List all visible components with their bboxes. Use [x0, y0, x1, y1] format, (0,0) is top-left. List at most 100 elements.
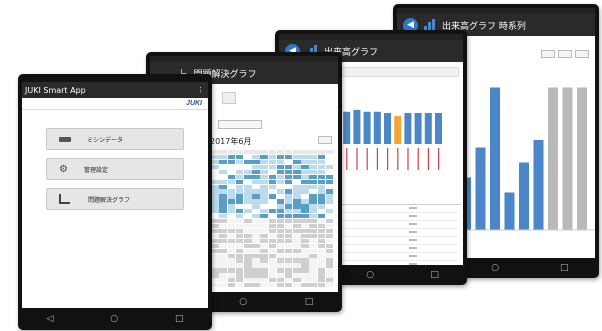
- heatmap-cell: [317, 174, 326, 179]
- heatmap-cell: [317, 154, 326, 160]
- heatmap-cell: [244, 174, 252, 179]
- heatmap-cell: [284, 238, 293, 244]
- heatmap-cell: [317, 204, 326, 209]
- heatmap-cell: [317, 164, 326, 170]
- heatmap-cell: [325, 174, 334, 179]
- heatmap-cell: [268, 150, 277, 155]
- heatmap-cell: [235, 283, 244, 288]
- home-nav-icon[interactable]: ○: [491, 263, 499, 273]
- heatmap-cell: [260, 214, 268, 219]
- heatmap-cell: [268, 179, 277, 184]
- heatmap-cell: [293, 214, 301, 219]
- heatmap-cell: [268, 204, 277, 209]
- heatmap-cell: [235, 268, 244, 273]
- heatmap-cell: [211, 194, 219, 199]
- period-button-1[interactable]: [541, 50, 555, 58]
- recent-nav-icon[interactable]: □: [430, 270, 439, 280]
- recent-nav-icon[interactable]: □: [305, 297, 314, 307]
- heatmap-cell: [309, 150, 318, 155]
- output-tick-label: [387, 148, 389, 170]
- back-nav-icon[interactable]: ◁: [46, 314, 53, 324]
- heatmap-cell: [211, 253, 219, 258]
- heatmap-cell: [219, 204, 228, 209]
- home-nav-icon[interactable]: ○: [110, 314, 118, 324]
- recent-nav-icon[interactable]: □: [175, 314, 184, 324]
- heatmap-cell: [252, 263, 260, 268]
- heatmap-cell: [252, 159, 260, 165]
- menu-problem-graph-button[interactable]: 問題解決グラフ: [46, 188, 184, 210]
- heatmap-cell: [284, 199, 293, 204]
- heatmap-cell: [219, 228, 228, 234]
- heatmap-cell: [325, 228, 334, 234]
- heatmap-cell: [317, 209, 326, 214]
- heatmap-cell: [284, 189, 293, 194]
- home-nav-icon[interactable]: ○: [366, 270, 374, 280]
- heatmap-cell: [244, 179, 252, 184]
- heatmap-cell: [309, 204, 318, 209]
- recent-nav-icon[interactable]: □: [560, 263, 569, 273]
- ts-bar: [548, 87, 558, 230]
- heatmap-cell: [301, 179, 309, 184]
- heatmap-cell: [268, 223, 277, 229]
- period-button-2[interactable]: [558, 50, 572, 58]
- heatmap-cell: [325, 233, 334, 239]
- heatmap-cell: [284, 283, 293, 288]
- filter-button[interactable]: [218, 120, 262, 129]
- heatmap-cell: [325, 219, 334, 224]
- heatmap-cell: [219, 184, 228, 189]
- heatmap-cell: [325, 268, 334, 273]
- ts-bar: [504, 192, 515, 230]
- output-bar: [404, 113, 412, 144]
- heatmap-cell: [244, 283, 252, 288]
- heatmap-cell: [301, 263, 309, 268]
- heatmap-cell: [244, 184, 252, 189]
- heatmap-cell: [301, 248, 309, 253]
- heatmap-cell: [325, 263, 334, 268]
- menu-management-settings-button[interactable]: ⚙ 管理設定: [46, 158, 184, 180]
- heatmap-cell: [268, 253, 277, 258]
- heatmap-cell: [211, 174, 219, 179]
- heatmap-cell: [309, 169, 318, 175]
- overflow-menu-icon[interactable]: ⋮: [197, 86, 204, 94]
- heatmap-cell: [317, 189, 326, 194]
- heatmap-cell: [252, 243, 260, 248]
- heatmap-cell: [219, 154, 228, 160]
- heatmap-cell: [244, 209, 252, 214]
- heatmap-cell: [325, 283, 334, 288]
- heatmap-cell: [252, 278, 260, 283]
- heatmap-cell: [227, 219, 236, 224]
- heatmap-cell: [317, 233, 326, 239]
- heatmap-cell: [227, 283, 236, 288]
- heatmap-cell: [325, 214, 334, 219]
- ts-bar: [519, 162, 529, 230]
- heatmap-cell: [301, 278, 309, 283]
- menu-machine-data-button[interactable]: ミシンデータ: [46, 128, 184, 150]
- heatmap-cell: [325, 273, 334, 278]
- heatmap-cell: [301, 164, 309, 170]
- heatmap-cell: [301, 243, 309, 248]
- heatmap-cell: [301, 283, 309, 288]
- heatmap-cell: [260, 174, 268, 179]
- heatmap-cell: [301, 228, 309, 234]
- heatmap-cell: [284, 243, 293, 248]
- heatmap-cell: [317, 248, 326, 253]
- heatmap-cell: [235, 169, 244, 175]
- heatmap-cell: [211, 219, 219, 224]
- heatmap-cell: [244, 169, 252, 175]
- heatmap-cell: [260, 228, 268, 234]
- heatmap-cell: [260, 243, 268, 248]
- heatmap-cell: [235, 243, 244, 248]
- heatmap-cell: [276, 179, 285, 184]
- heatmap-cell: [252, 154, 260, 160]
- heatmap-cell: [293, 283, 301, 288]
- period-button-3[interactable]: [575, 50, 589, 58]
- home-nav-icon[interactable]: ○: [239, 297, 247, 307]
- heatmap-cell: [211, 268, 219, 273]
- nav-bar: ◁ ○ □: [18, 308, 212, 330]
- output-tick-label: [407, 148, 409, 170]
- heatmap-cell: [284, 154, 293, 160]
- month-action-button[interactable]: [318, 136, 332, 144]
- category-icon-2[interactable]: [222, 92, 236, 104]
- heatmap-cell: [244, 243, 252, 248]
- heatmap-cell: [219, 278, 228, 283]
